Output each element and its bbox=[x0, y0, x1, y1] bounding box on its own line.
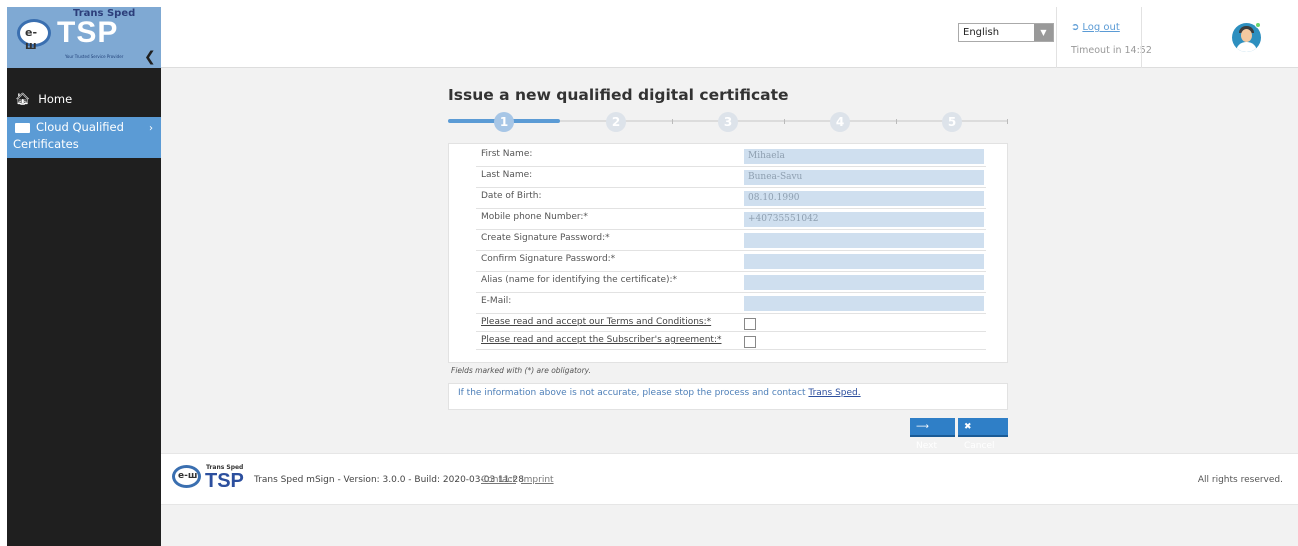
form-row-first-name: First Name: Mihaela bbox=[476, 146, 986, 167]
logout-icon: ➲ bbox=[1071, 22, 1080, 33]
language-select[interactable]: English ▼ bbox=[958, 23, 1054, 42]
field-label: Create Signature Password:* bbox=[481, 233, 610, 243]
subscriber-agreement-link[interactable]: Please read and accept the Subscriber's … bbox=[481, 335, 722, 345]
email-input[interactable] bbox=[744, 296, 984, 311]
online-status-dot bbox=[1255, 22, 1261, 28]
step-1: 1 bbox=[494, 112, 514, 132]
sidebar-item-label: Home bbox=[38, 92, 73, 106]
sidebar-item-label: Cloud Qualified bbox=[36, 120, 124, 134]
next-button[interactable]: ⟶ Next bbox=[910, 418, 955, 451]
field-label: E-Mail: bbox=[481, 296, 512, 306]
imprint-link[interactable]: Imprint bbox=[521, 475, 554, 485]
step-4: 4 bbox=[830, 112, 850, 132]
step-2: 2 bbox=[606, 112, 626, 132]
step-3: 3 bbox=[718, 112, 738, 132]
field-label: Confirm Signature Password:* bbox=[481, 254, 616, 264]
top-header: English ▼ ➲ Log out Timeout in 14:52 bbox=[161, 7, 1298, 68]
close-icon: ✖ bbox=[964, 422, 972, 432]
form-row-confirm-password: Confirm Signature Password:* bbox=[476, 251, 986, 272]
bottom-strip bbox=[161, 505, 1298, 546]
info-text: If the information above is not accurate… bbox=[458, 388, 861, 398]
footer-logo-key-icon: e-ш bbox=[172, 465, 201, 488]
cancel-button[interactable]: ✖ Cancel bbox=[958, 418, 1008, 451]
sidebar-item-home[interactable]: 🏠︎ Home bbox=[7, 88, 161, 110]
confirm-signature-password-input[interactable] bbox=[744, 254, 984, 269]
form-row-alias: Alias (name for identifying the certific… bbox=[476, 272, 986, 293]
sidebar-item-label-line2: Certificates bbox=[13, 137, 79, 151]
field-label: Alias (name for identifying the certific… bbox=[481, 275, 678, 285]
field-label: Last Name: bbox=[481, 170, 533, 180]
collapse-sidebar-icon[interactable]: ❮ bbox=[144, 49, 156, 65]
sidebar-item-cloud-qualified-certificates[interactable]: Cloud Qualified Certificates › bbox=[7, 117, 161, 158]
first-name-field: Mihaela bbox=[744, 149, 984, 164]
field-label: Date of Birth: bbox=[481, 191, 542, 201]
terms-checkbox[interactable] bbox=[744, 318, 756, 330]
logo-key-icon: e-ш bbox=[17, 19, 51, 52]
chevron-down-icon[interactable]: ▼ bbox=[1034, 24, 1053, 41]
home-icon: 🏠︎ bbox=[15, 92, 31, 106]
sidebar: e-ш Trans Sped TSP Your Trusted Service … bbox=[7, 7, 161, 546]
terms-and-conditions-link[interactable]: Please read and accept our Terms and Con… bbox=[481, 317, 711, 327]
contact-link[interactable]: Contact bbox=[481, 475, 516, 485]
field-label: First Name: bbox=[481, 149, 533, 159]
form-row-mobile-phone: Mobile phone Number:* +40735551042 bbox=[476, 209, 986, 230]
alias-input[interactable] bbox=[744, 275, 984, 290]
logo-mark: TSP bbox=[57, 16, 119, 49]
logout-link[interactable]: ➲ Log out bbox=[1071, 22, 1120, 33]
info-box: If the information above is not accurate… bbox=[448, 383, 1008, 410]
subscriber-agreement-checkbox[interactable] bbox=[744, 336, 756, 348]
form-row-terms: Please read and accept our Terms and Con… bbox=[476, 314, 986, 332]
date-of-birth-field: 08.10.1990 bbox=[744, 191, 984, 206]
session-timeout: Timeout in 14:52 bbox=[1071, 45, 1152, 56]
footer: e-ш Trans Sped TSP Trans Sped mSign - Ve… bbox=[161, 453, 1298, 505]
id-card-icon bbox=[15, 123, 30, 133]
form-row-date-of-birth: Date of Birth: 08.10.1990 bbox=[476, 188, 986, 209]
logo[interactable]: e-ш Trans Sped TSP Your Trusted Service … bbox=[7, 7, 161, 68]
chevron-right-icon: › bbox=[149, 123, 153, 134]
form-row-subscriber-agreement: Please read and accept the Subscriber's … bbox=[476, 332, 986, 350]
create-signature-password-input[interactable] bbox=[744, 233, 984, 248]
form-row-last-name: Last Name: Bunea-Savu bbox=[476, 167, 986, 188]
arrow-right-icon: ⟶ bbox=[916, 422, 929, 432]
header-divider bbox=[1141, 7, 1142, 68]
header-divider bbox=[1056, 7, 1057, 68]
footer-logo-mark: TSP bbox=[205, 470, 244, 492]
step-progress: 1 2 3 4 5 bbox=[448, 112, 1008, 132]
main-content: Issue a new qualified digital certificat… bbox=[161, 68, 1298, 453]
logo-tagline: Your Trusted Service Provider bbox=[65, 54, 124, 59]
step-5: 5 bbox=[942, 112, 962, 132]
rights-text: All rights reserved. bbox=[1197, 475, 1283, 485]
form-row-create-password: Create Signature Password:* bbox=[476, 230, 986, 251]
obligatory-note: Fields marked with (*) are obligatory. bbox=[451, 366, 591, 375]
mobile-phone-field: +40735551042 bbox=[744, 212, 984, 227]
certificate-form: First Name: Mihaela Last Name: Bunea-Sav… bbox=[448, 143, 1008, 363]
last-name-field: Bunea-Savu bbox=[744, 170, 984, 185]
page-title: Issue a new qualified digital certificat… bbox=[448, 86, 789, 104]
field-label: Mobile phone Number:* bbox=[481, 212, 588, 222]
form-row-email: E-Mail: bbox=[476, 293, 986, 314]
trans-sped-contact-link[interactable]: Trans Sped. bbox=[808, 388, 860, 398]
